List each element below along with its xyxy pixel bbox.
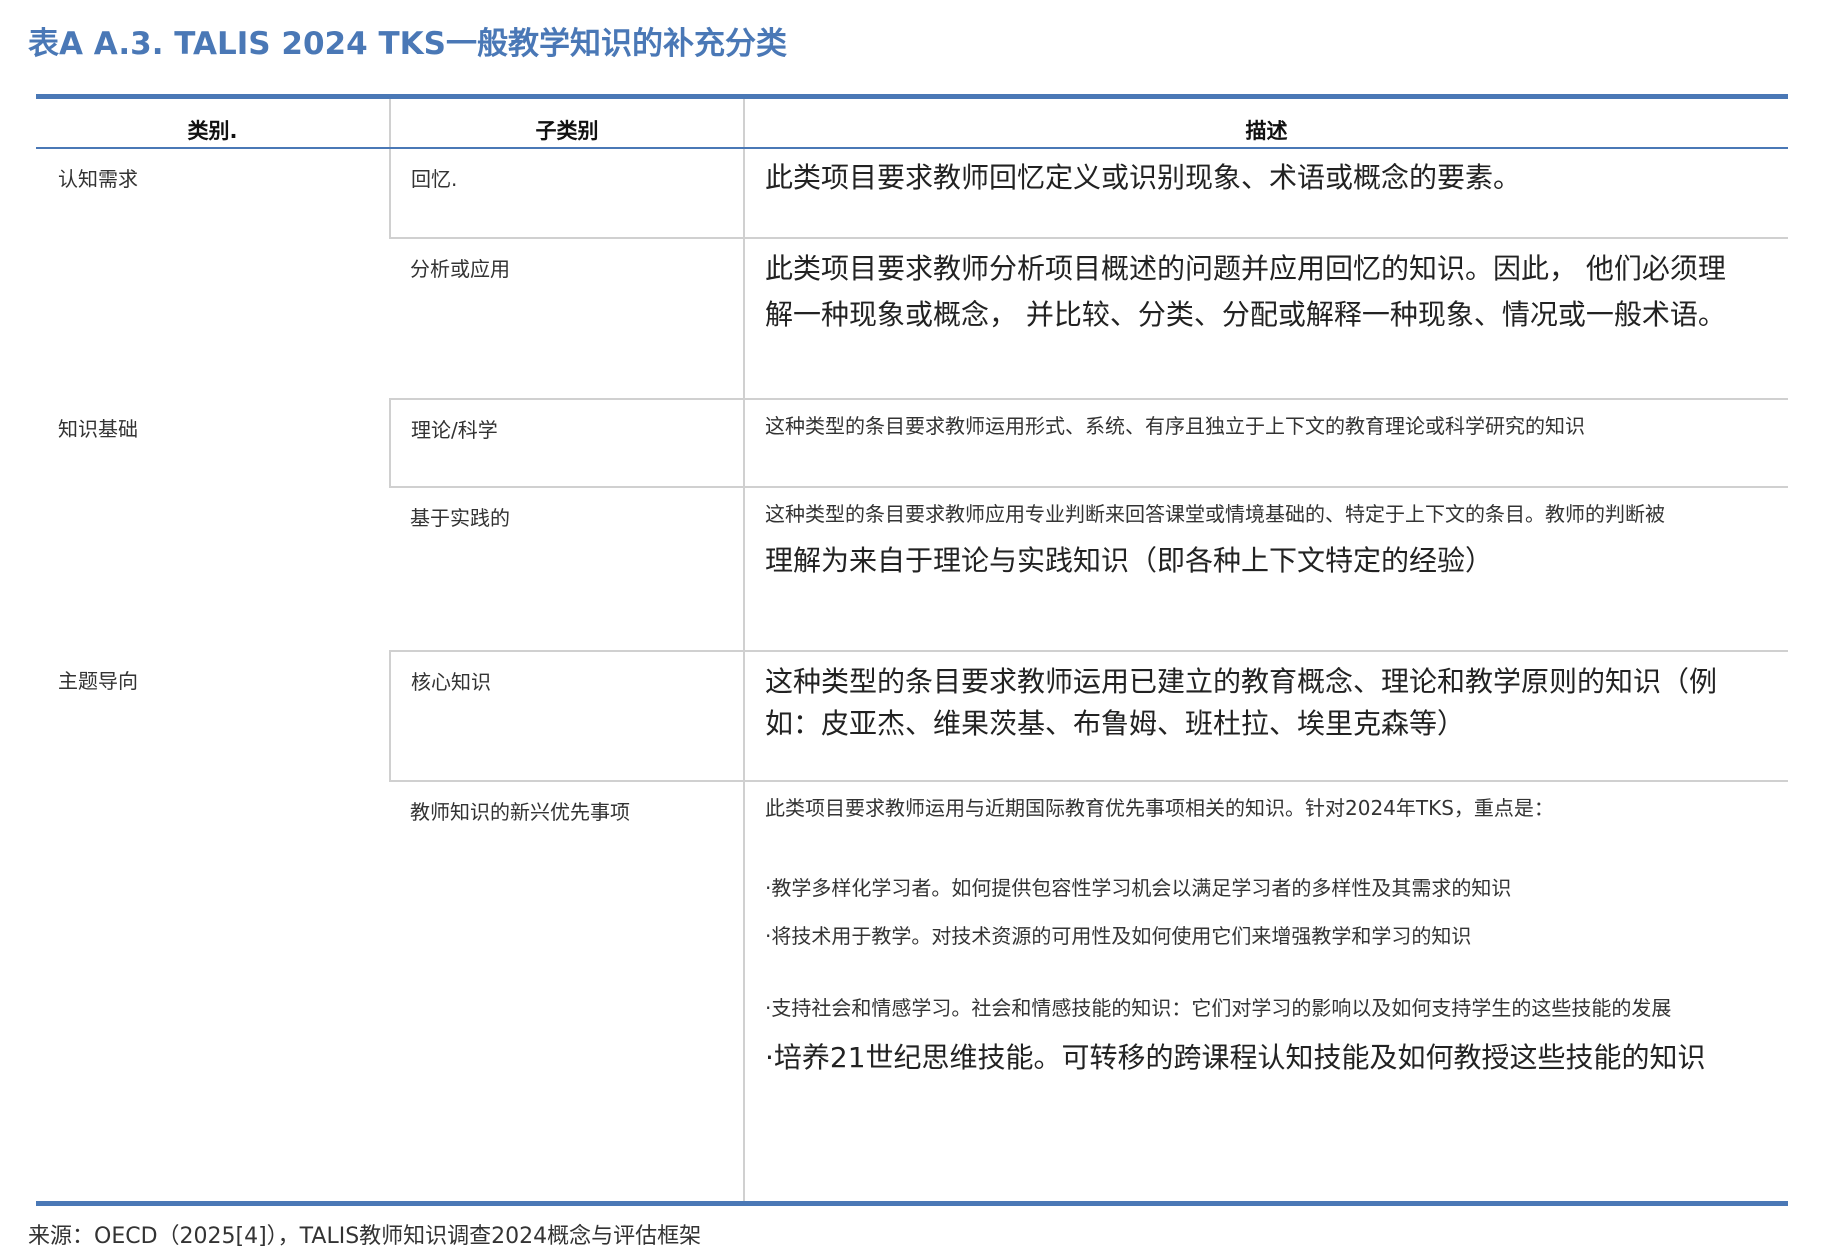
description-paragraph: 理解为来自于理论与实践知识（即各种上下文特定的经验） bbox=[765, 544, 1494, 577]
description-cell: 这种类型的条目要求教师运用形式、系统、有序且独立于上下文的教育理论或科学研究的知… bbox=[743, 399, 1788, 488]
bullet-item: ·将技术用于教学。对技术资源的可用性及如何使用它们来增强教学和学习的知识 bbox=[765, 924, 1472, 948]
header-row: 类别. 子类别 描述 bbox=[36, 99, 1788, 149]
description-cell: 这种类型的条目要求教师应用专业判断来回答课堂或情境基础的、特定于上下文的条目。教… bbox=[743, 487, 1788, 652]
description-paragraph: 这种类型的条目要求教师运用形式、系统、有序且独立于上下文的教育理论或科学研究的知… bbox=[765, 414, 1585, 438]
subcategory-cell: 分析或应用 bbox=[390, 238, 744, 400]
table-row: 知识基础 理论/科学 这种类型的条目要求教师运用形式、系统、有序且独立于上下文的… bbox=[36, 399, 1788, 488]
category-cell: 主题导向 bbox=[58, 669, 138, 693]
table-bottom-rule bbox=[36, 1201, 1788, 1206]
page-title: 表A A.3. TALIS 2024 TKS一般教学知识的补充分类 bbox=[28, 26, 787, 62]
header-category: 类别. bbox=[36, 99, 390, 149]
source-note: 来源：OECD（2025[4]），TALIS教师知识调查2024概念与评估框架 bbox=[28, 1224, 702, 1249]
description-paragraph: 这种类型的条目要求教师运用已建立的教育概念、理论和教学原则的知识（例如：皮亚杰、… bbox=[765, 665, 1718, 740]
subcategory-cell: 基于实践的 bbox=[390, 487, 744, 652]
description-paragraph: 这种类型的条目要求教师应用专业判断来回答课堂或情境基础的、特定于上下文的条目。教… bbox=[765, 502, 1665, 526]
description-cell: 此类项目要求教师分析项目概述的问题并应用回忆的知识。因此， 他们必须理解一种现象… bbox=[743, 238, 1788, 400]
category-cell: 认知需求 bbox=[58, 167, 138, 191]
bullet-item: ·支持社会和情感学习。社会和情感技能的知识：它们对学习的影响以及如何支持学生的这… bbox=[765, 996, 1672, 1020]
classification-table: 类别. 子类别 描述 认知需求 回忆. 此类项目要求教师回忆定义或识别现象、术语… bbox=[36, 94, 1788, 1206]
subcategory-cell: 回忆. bbox=[389, 148, 744, 239]
subcategory-cell: 核心知识 bbox=[389, 651, 744, 782]
description-cell: 此类项目要求教师回忆定义或识别现象、术语或概念的要素。 bbox=[743, 148, 1788, 239]
subcategory-cell: 教师知识的新兴优先事项 bbox=[410, 800, 630, 824]
header-description: 描述 bbox=[743, 99, 1788, 149]
header-subcategory: 子类别 bbox=[389, 99, 744, 149]
bullet-item: ·教学多样化学习者。如何提供包容性学习机会以满足学习者的多样性及其需求的知识 bbox=[765, 876, 1512, 900]
category-cell: 知识基础 bbox=[58, 417, 138, 441]
subcategory-cell: 理论/科学 bbox=[389, 399, 744, 488]
description-paragraph: 此类项目要求教师运用与近期国际教育优先事项相关的知识。针对2024年TKS，重点… bbox=[765, 796, 1554, 820]
bullet-item: ·培养21世纪思维技能。可转移的跨课程认知技能及如何教授这些技能的知识 bbox=[765, 1041, 1706, 1074]
table: 类别. 子类别 描述 认知需求 回忆. 此类项目要求教师回忆定义或识别现象、术语… bbox=[36, 99, 1788, 1201]
description-paragraph: 此类项目要求教师分析项目概述的问题并应用回忆的知识。因此， 他们必须理解一种现象… bbox=[765, 252, 1726, 331]
table-row: 主题导向 核心知识 这种类型的条目要求教师运用已建立的教育概念、理论和教学原则的… bbox=[36, 651, 1788, 782]
description-cell: 这种类型的条目要求教师运用已建立的教育概念、理论和教学原则的知识（例如：皮亚杰、… bbox=[743, 651, 1788, 782]
description-cell: 此类项目要求教师运用与近期国际教育优先事项相关的知识。针对2024年TKS，重点… bbox=[743, 781, 1788, 1201]
description-paragraph: 此类项目要求教师回忆定义或识别现象、术语或概念的要素。 bbox=[765, 161, 1522, 194]
table-row: 认知需求 回忆. 此类项目要求教师回忆定义或识别现象、术语或概念的要素。 bbox=[36, 148, 1788, 239]
